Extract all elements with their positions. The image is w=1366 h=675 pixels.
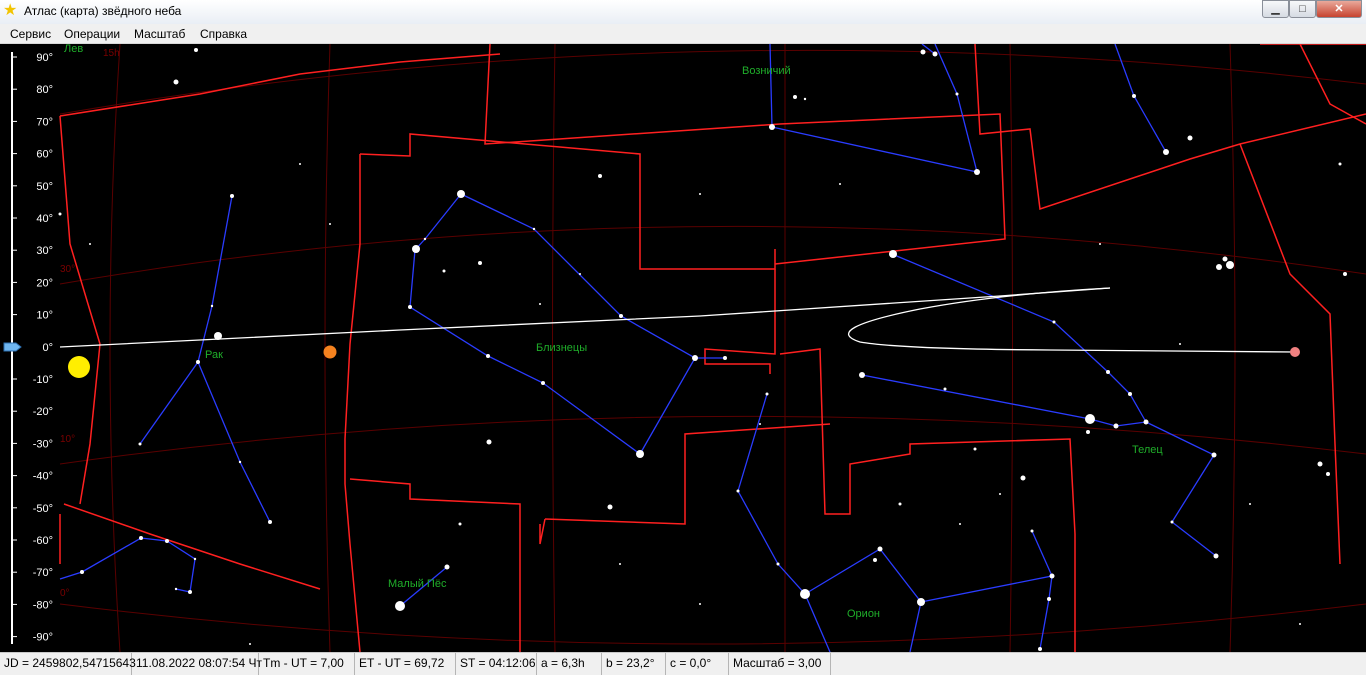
axis-label: 30° [36,245,53,257]
minimize-button[interactable]: ▁ [1262,0,1289,18]
axis-label: 50° [36,181,53,193]
status-st: ST = 04:12:06 [456,653,537,675]
axis-label: -20° [33,406,53,418]
close-button[interactable]: ✕ [1316,0,1362,18]
status-jd: JD = 2459802,54715643 [0,653,136,675]
status-datetime: 11.08.2022 08:07:54 Чт [132,653,262,675]
mars-icon[interactable] [323,345,337,359]
axis-label: 20° [36,277,53,289]
window-title: Атлас (карта) звёдного неба [24,4,182,18]
axis-label: -90° [33,632,53,644]
constellation-boundaries [59,44,1366,652]
planet-icon[interactable] [1290,347,1300,357]
label-orion: Орион [847,608,880,620]
label-telec: Телец [1132,444,1163,456]
sky-map-canvas[interactable]: Лев Рак Близнецы Возничий Телец Орион Ма… [0,44,1366,652]
axis-label: -80° [33,599,53,611]
axis-label: 90° [36,52,53,64]
title-bar: ★ Атлас (карта) звёдного неба ▁ □ ✕ [0,0,1366,24]
axis-label: 0° [42,342,53,354]
axis-label: -70° [33,567,53,579]
axis-label: -50° [33,503,53,515]
grid-label-0: 0° [60,588,70,599]
axis-slider-handle[interactable] [3,342,22,352]
constellation-lines [59,44,1217,652]
grid-label-top: 15h [103,48,120,59]
axis-label: 10° [36,310,53,322]
maximize-button[interactable]: □ [1289,0,1316,18]
status-a: a = 6,3h [537,653,602,675]
axis-label: 40° [36,213,53,225]
sun-icon[interactable] [68,356,90,378]
status-c: c = 0,0° [666,653,729,675]
menu-operations[interactable]: Операции [64,27,120,41]
menu-service[interactable]: Сервис [10,27,51,41]
sky-map[interactable]: Лев Рак Близнецы Возничий Телец Орион Ма… [0,44,1366,652]
star-icon: ★ [3,2,18,19]
label-bliznecy: Близнецы [536,342,587,354]
status-b: b = 23,2° [602,653,666,675]
label-rak: Рак [205,349,223,361]
status-tm-ut: Tm - UT = 7,00 [259,653,355,675]
menu-bar: Сервис Операции Масштаб Справка [0,24,1366,44]
grid-label-10: 10° [60,434,75,445]
menu-help[interactable]: Справка [200,27,247,41]
stars [58,48,1347,651]
ecliptic-line [59,287,1296,353]
status-et-ut: ET - UT = 69,72 [355,653,456,675]
axis-label: -30° [33,438,53,450]
axis-label: 60° [36,149,53,161]
label-maly-pes: Малый Пёс [388,578,447,590]
label-voznichiy: Возничий [742,65,791,77]
status-scale: Масштаб = 3,00 [729,653,831,675]
label-lev: Лев [64,44,83,55]
coordinate-grid [59,44,1366,652]
grid-label-30: 30° [60,264,75,275]
menu-scale[interactable]: Масштаб [134,27,185,41]
axis-label: -40° [33,471,53,483]
status-bar: JD = 2459802,54715643 11.08.2022 08:07:5… [0,652,1366,675]
axis-label: 70° [36,116,53,128]
axis-label: -60° [33,535,53,547]
axis-label: 80° [36,84,53,96]
axis-label: -10° [33,374,53,386]
